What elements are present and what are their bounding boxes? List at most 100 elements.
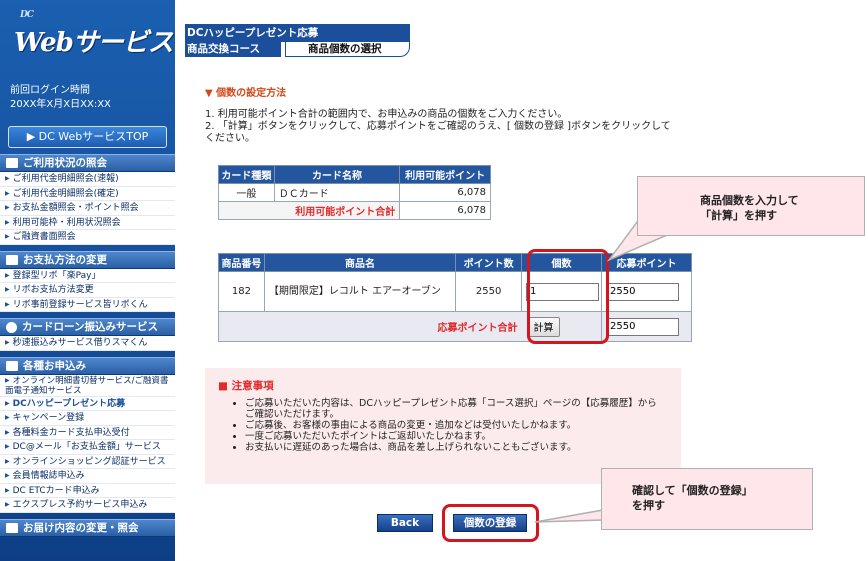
book-icon [6, 158, 18, 168]
table-row: 一般 ＤＣカード 6,078 [218, 183, 491, 202]
table-total-row: 応募ポイント合計 計算 [217, 311, 692, 342]
list-item: お支払いに遅延のあった場合は、商品を差し上げられないこともございます。 [245, 442, 665, 453]
instructions: 1. 利用可能ポイント合計の範囲内で、お申込みの商品の個数をご入力ください。 2… [205, 109, 675, 145]
sidebar-item[interactable]: ご融資書面照会 [0, 230, 175, 245]
table-header-row: 商品番号 商品名 ポイント数 個数 応募ポイント [218, 253, 692, 272]
dc-web-top-button[interactable]: ▶ DC WebサービスTOP [8, 126, 167, 148]
tab-course-exchange[interactable]: 商品交換コース [185, 42, 283, 57]
sidebar-item[interactable]: お支払金額照会・ポイント照会 [0, 201, 175, 216]
item-points-cell: 2550 [455, 271, 523, 312]
sidebar-item[interactable]: DCハッピープレゼント応募 [0, 397, 175, 411]
last-login: 前回ログイン時間 20XX年X月X日XX:XX [0, 70, 175, 112]
sidebar-item[interactable]: 各種料金カード支払申込受付 [0, 426, 175, 440]
sidebar-item[interactable]: リボ事前登録サービス皆リボくん [0, 298, 175, 312]
sidebar-item[interactable]: 秒速振込みサービス借りスマくん [0, 336, 175, 351]
callout-text: 商品個数を入力して [700, 194, 799, 207]
apply-points-input[interactable] [606, 282, 680, 301]
calc-cell: 計算 [521, 311, 603, 342]
apply-total-cell [601, 311, 692, 342]
col-card-name: カード名称 [273, 165, 401, 184]
sidebar: DC Webサービス 前回ログイン時間 20XX年X月X日XX:XX ▶ DC … [0, 0, 175, 561]
sidebar-item[interactable]: DC ETCカード申込み [0, 484, 175, 498]
apply-points-cell [601, 271, 692, 312]
sidebar-item[interactable]: ご利用代金明細照会(速報) [0, 172, 175, 187]
card-icon [6, 254, 18, 265]
card-name-cell: ＤＣカード [273, 183, 401, 202]
sidebar-item[interactable]: ご利用代金明細照会(確定) [0, 187, 175, 201]
tab-quantity-select[interactable]: 商品個数の選択 [285, 42, 410, 57]
last-login-label: 前回ログイン時間 [10, 85, 90, 96]
register-quantity-button[interactable]: 個数の登録 [453, 514, 527, 532]
calculate-button[interactable]: 計算 [527, 316, 560, 337]
col-points: ポイント数 [455, 253, 523, 272]
notes-title: ■ 注意事項 [218, 380, 274, 392]
col-item-number: 商品番号 [218, 253, 265, 272]
callout-text: 確認して「個数の登録」 [632, 484, 753, 497]
dc-web-logo[interactable]: DC Webサービス [0, 0, 175, 70]
sidebar-nav: ご利用状況の照会ご利用代金明細照会(速報)ご利用代金明細照会(確定)お支払金額照… [0, 154, 175, 537]
callout-text: を押す [632, 499, 665, 512]
apply-total-input[interactable] [606, 317, 680, 336]
points-table: カード種類 カード名称 利用可能ポイント 一般 ＤＣカード 6,078 利用可能… [217, 165, 491, 220]
sidebar-section-label: 各種お申込み [23, 359, 86, 372]
sidebar-item[interactable]: リボお支払方法変更 [0, 283, 175, 298]
card-type-cell: 一般 [218, 183, 275, 202]
instruction-1: 1. 利用可能ポイント合計の範囲内で、お申込みの商品の個数をご入力ください。 [205, 109, 568, 120]
callout-confirm-register: 確認して「個数の登録」 を押す [601, 468, 813, 530]
sidebar-section-3[interactable]: 各種お申込み [0, 356, 175, 375]
sidebar-item[interactable]: 登録型リボ「楽Pay」 [0, 269, 175, 283]
logo-text: Webサービス [14, 28, 174, 58]
sidebar-item[interactable]: キャンペーン登録 [0, 411, 175, 426]
item-name-cell: 【期間限定】レコルト エアーオーブン [263, 271, 457, 312]
table-total-row: 利用可能ポイント合計 6,078 [217, 201, 491, 220]
sidebar-section-4[interactable]: お届け内容の変更・照会 [0, 518, 175, 537]
sidebar-list: オンライン明細書切替サービス/ご融資書面電子通知サービスDCハッピープレゼント応… [0, 374, 175, 513]
points-total-value: 6,078 [399, 201, 491, 220]
col-item-name: 商品名 [263, 253, 457, 272]
table-header-row: カード種類 カード名称 利用可能ポイント [218, 165, 491, 184]
list-item: 一度ご応募いただいたポイントはご返却いたしかねます。 [245, 431, 665, 442]
settings-heading: ▼ 個数の設定方法 [205, 88, 287, 99]
sidebar-item[interactable]: DC@メール「お支払金額」サービス [0, 440, 175, 455]
last-login-value: 20XX年X月X日XX:XX [10, 99, 111, 110]
sidebar-section-label: お支払方法の変更 [23, 253, 107, 266]
sidebar-item[interactable]: 会員情報誌申込み [0, 469, 175, 484]
page-title: DCハッピープレゼント応募 [185, 24, 410, 42]
yen-coin-icon [6, 321, 17, 333]
quantity-input[interactable] [526, 282, 600, 301]
col-card-type: カード種類 [218, 165, 275, 184]
sidebar-section-label: お届け内容の変更・照会 [23, 521, 139, 534]
col-available-points: 利用可能ポイント [399, 165, 491, 184]
callout-enter-quantity: 商品個数を入力して 「計算」を押す [637, 176, 865, 236]
sidebar-section-2[interactable]: カードローン振込みサービス [0, 318, 175, 336]
main-content: DCハッピープレゼント応募 商品交換コース 商品個数の選択 ▼ 個数の設定方法 … [185, 0, 868, 561]
sidebar-section-1[interactable]: お支払方法の変更 [0, 250, 175, 269]
sidebar-item[interactable]: オンラインショッピング認証サービス [0, 455, 175, 469]
sidebar-list: 登録型リボ「楽Pay」リボお支払方法変更リボ事前登録サービス皆リボくん [0, 268, 175, 312]
notes-box: ■ 注意事項 ご応募いただいた内容は、DCハッピープレゼント応募「コース選択」ペ… [205, 368, 681, 484]
callout-text: 「計算」を押す [700, 209, 777, 222]
sidebar-item[interactable]: オンライン明細書切替サービス/ご融資書面電子通知サービス [0, 375, 175, 397]
back-button[interactable]: Back [377, 514, 433, 532]
list-item: ご応募いただいた内容は、DCハッピープレゼント応募「コース選択」ページの【応募履… [245, 398, 665, 420]
sidebar-item[interactable]: エクスプレス予約サービス申込み [0, 498, 175, 513]
sidebar-item[interactable]: 利用可能枠・利用状況照会 [0, 216, 175, 230]
sidebar-section-0[interactable]: ご利用状況の照会 [0, 154, 175, 172]
items-table: 商品番号 商品名 ポイント数 個数 応募ポイント 182 【期間限定】レコルト … [217, 253, 692, 342]
sidebar-section-label: カードローン振込みサービス [22, 321, 158, 333]
quantity-cell [521, 271, 603, 312]
col-apply-points: 応募ポイント [601, 253, 692, 272]
pencil-icon [6, 522, 18, 533]
notes-list: ご応募いただいた内容は、DCハッピープレゼント応募「コース選択」ページの【応募履… [245, 398, 665, 453]
instruction-2: 2. 「計算」ボタンをクリックして、応募ポイントをご確認のうえ、[ 個数の登録 … [205, 121, 671, 144]
sidebar-section-label: ご利用状況の照会 [23, 157, 107, 169]
points-total-label: 利用可能ポイント合計 [217, 201, 401, 220]
monitor-icon [6, 360, 18, 371]
logo-dc-mark: DC [20, 10, 34, 20]
sidebar-list: ご利用代金明細照会(速報)ご利用代金明細照会(確定)お支払金額照会・ポイント照会… [0, 172, 175, 245]
list-item: ご応募後、お客様の事由による商品の変更・追加などは受付いたしかねます。 [245, 420, 665, 431]
item-number-cell: 182 [218, 271, 265, 312]
apply-total-label: 応募ポイント合計 [217, 311, 522, 342]
available-points-cell: 6,078 [399, 183, 491, 202]
table-row: 182 【期間限定】レコルト エアーオーブン 2550 [218, 271, 692, 312]
